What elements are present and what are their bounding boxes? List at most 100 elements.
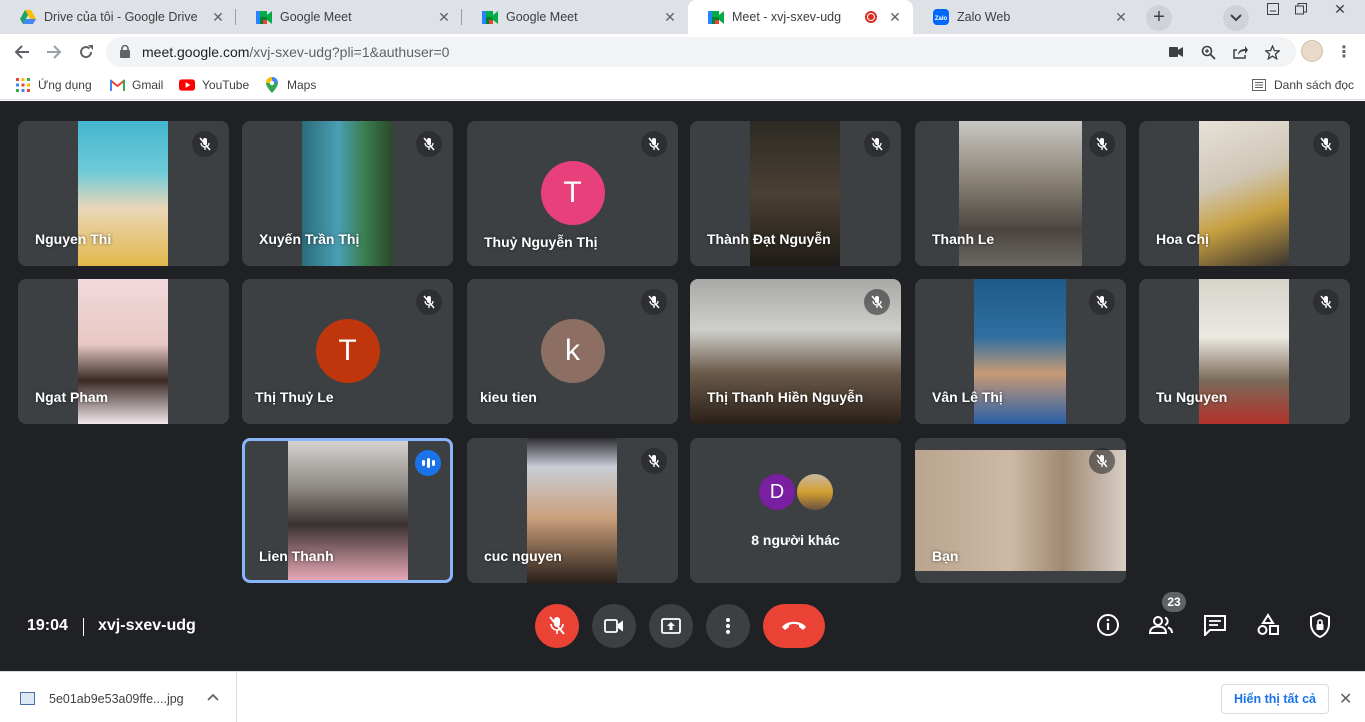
image-file-icon bbox=[20, 692, 35, 705]
maps-icon bbox=[264, 77, 280, 93]
participant-tile[interactable]: Hoa Chị bbox=[1139, 121, 1350, 266]
participant-name: Tu Nguyen bbox=[1156, 389, 1228, 405]
bookmark-youtube[interactable]: YouTube bbox=[179, 77, 249, 93]
tab-strip: Drive của tôi - Google Drive ✕ Google Me… bbox=[0, 0, 1365, 34]
people-button[interactable] bbox=[1148, 612, 1174, 638]
participant-name: kieu tien bbox=[480, 389, 537, 405]
mic-off-icon bbox=[864, 131, 890, 157]
meeting-time: 19:04 bbox=[27, 617, 68, 634]
close-icon[interactable]: ✕ bbox=[1113, 9, 1129, 26]
participant-name: Lien Thanh bbox=[259, 548, 334, 564]
tab-google-meet-1[interactable]: Google Meet ✕ bbox=[236, 0, 462, 34]
info-icon bbox=[1097, 614, 1119, 636]
shield-lock-icon bbox=[1310, 612, 1330, 638]
self-tile[interactable]: Bạn bbox=[915, 438, 1126, 583]
hang-up-icon bbox=[782, 621, 806, 630]
participant-name: Thị Thuỷ Le bbox=[255, 389, 334, 405]
chat-icon bbox=[1204, 615, 1226, 636]
mic-off-icon bbox=[1313, 289, 1339, 315]
participant-tile[interactable]: Thanh Le bbox=[915, 121, 1126, 266]
chevron-up-icon[interactable] bbox=[207, 690, 219, 704]
tab-zalo[interactable]: Zalo Zalo Web ✕ bbox=[913, 0, 1139, 34]
tab-search-button[interactable] bbox=[1223, 5, 1249, 31]
mic-off-icon bbox=[1313, 131, 1339, 157]
chevron-down-icon bbox=[1230, 14, 1242, 22]
bookmark-apps[interactable]: Ứng dụng bbox=[15, 77, 92, 93]
camera-icon[interactable] bbox=[1168, 44, 1184, 60]
participant-tile[interactable]: Tu Nguyen bbox=[1139, 279, 1350, 424]
meet-control-bar: 19:04 xvj-sxev-udg 23 bbox=[0, 592, 1365, 658]
reload-button[interactable] bbox=[76, 42, 96, 62]
recording-icon bbox=[865, 11, 877, 23]
zoom-icon[interactable] bbox=[1200, 44, 1216, 60]
google-meet-icon bbox=[482, 9, 498, 25]
mic-off-icon bbox=[641, 448, 667, 474]
browser-menu-icon[interactable]: ⋮ bbox=[1336, 42, 1352, 62]
participant-tile[interactable]: k kieu tien bbox=[467, 279, 678, 424]
tab-google-meet-2[interactable]: Google Meet ✕ bbox=[462, 0, 688, 34]
show-all-downloads-button[interactable]: Hiển thị tất cả bbox=[1221, 684, 1329, 714]
participant-tile[interactable]: cuc nguyen bbox=[467, 438, 678, 583]
meet-stage: Nguyen Thi Xuyến Trần Thị T Thuỷ Nguyễn … bbox=[0, 101, 1365, 671]
minimize-button[interactable] bbox=[1258, 0, 1288, 18]
participant-avatar: k bbox=[540, 319, 605, 383]
new-tab-button[interactable]: + bbox=[1146, 5, 1172, 31]
share-icon[interactable] bbox=[1232, 44, 1248, 60]
more-options-button[interactable] bbox=[706, 604, 750, 648]
bookmark-gmail[interactable]: Gmail bbox=[109, 77, 163, 93]
participant-tile[interactable]: T Thuỷ Nguyễn Thị bbox=[467, 121, 678, 266]
bookmark-star-icon[interactable] bbox=[1264, 44, 1280, 60]
close-icon[interactable]: ✕ bbox=[887, 9, 903, 26]
host-controls-button[interactable] bbox=[1307, 612, 1333, 638]
window-close-button[interactable]: ✕ bbox=[1325, 0, 1355, 18]
close-icon[interactable]: ✕ bbox=[210, 9, 226, 26]
profile-avatar[interactable] bbox=[1301, 40, 1323, 62]
close-icon[interactable]: ✕ bbox=[436, 9, 452, 26]
close-icon[interactable]: ✕ bbox=[662, 9, 678, 26]
participant-tile-speaking[interactable]: Lien Thanh bbox=[242, 438, 453, 583]
address-bar[interactable]: meet.google.com/xvj-sxev-udg?pli=1&authu… bbox=[106, 37, 1296, 67]
meeting-details-button[interactable] bbox=[1095, 612, 1121, 638]
people-icon bbox=[1148, 616, 1173, 634]
zalo-icon: Zalo bbox=[933, 9, 949, 25]
tab-meet-active[interactable]: Meet - xvj-sxev-udg ✕ bbox=[688, 0, 913, 34]
activities-icon bbox=[1257, 613, 1279, 635]
participant-tile[interactable]: Vân Lê Thị bbox=[915, 279, 1126, 424]
apps-grid-icon bbox=[15, 77, 31, 93]
participant-tile[interactable]: T Thị Thuỷ Le bbox=[242, 279, 453, 424]
others-tile[interactable]: D 8 người khác bbox=[690, 438, 901, 583]
close-icon[interactable]: ✕ bbox=[1339, 689, 1352, 709]
participant-name: Ngat Pham bbox=[35, 389, 109, 405]
participant-tile[interactable]: Thị Thanh Hiền Nguyễn bbox=[690, 279, 901, 424]
participant-name: Nguyen Thi bbox=[35, 231, 112, 247]
participant-tile[interactable]: Thành Đạt Nguyễn bbox=[690, 121, 901, 266]
participant-avatar: D bbox=[757, 472, 797, 512]
participant-tile[interactable]: Nguyen Thi bbox=[18, 121, 229, 266]
chat-button[interactable] bbox=[1202, 612, 1228, 638]
participant-name: cuc nguyen bbox=[484, 548, 562, 564]
mic-off-icon bbox=[416, 289, 442, 315]
arrow-left-icon bbox=[14, 45, 29, 59]
participant-name: Thị Thanh Hiền Nguyễn bbox=[707, 389, 864, 405]
tab-google-drive[interactable]: Drive của tôi - Google Drive ✕ bbox=[0, 0, 236, 34]
mic-off-icon bbox=[1089, 131, 1115, 157]
bookmarks-bar: Ứng dụng Gmail YouTube Maps Danh sách đọ… bbox=[0, 70, 1365, 100]
activities-button[interactable] bbox=[1255, 612, 1281, 638]
microphone-toggle-button[interactable] bbox=[535, 604, 579, 648]
forward-button[interactable] bbox=[44, 42, 64, 62]
download-item[interactable]: 5e01ab9e53a09ffe....jpg bbox=[0, 672, 237, 722]
camera-toggle-button[interactable] bbox=[592, 604, 636, 648]
others-count-label: 8 người khác bbox=[751, 532, 840, 548]
present-screen-button[interactable] bbox=[649, 604, 693, 648]
participant-tile[interactable]: Xuyến Trần Thị bbox=[242, 121, 453, 266]
bookmark-maps[interactable]: Maps bbox=[264, 77, 316, 93]
restore-button[interactable] bbox=[1286, 0, 1316, 18]
back-button[interactable] bbox=[12, 42, 32, 62]
leave-call-button[interactable] bbox=[763, 604, 825, 648]
meeting-code: xvj-sxev-udg bbox=[98, 617, 196, 634]
participant-tile[interactable]: Ngat Pham bbox=[18, 279, 229, 424]
video-feed bbox=[1199, 121, 1289, 266]
participant-avatar: T bbox=[315, 319, 380, 383]
reading-list[interactable]: Danh sách đọc bbox=[1251, 77, 1354, 93]
participant-name: Bạn bbox=[932, 548, 959, 564]
